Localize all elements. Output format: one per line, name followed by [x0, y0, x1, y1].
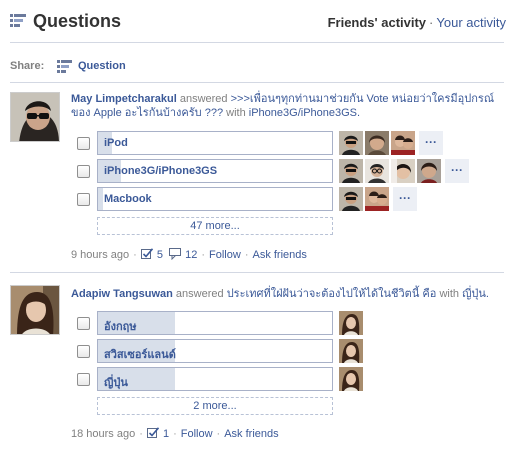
separator: · [139, 428, 143, 440]
voter-avatar[interactable] [339, 339, 363, 363]
divider [10, 272, 504, 273]
questions-icon [10, 14, 26, 28]
voter-faces: ··· [339, 131, 443, 155]
more-voters-button[interactable]: ··· [419, 131, 443, 155]
share-label: Share: [10, 60, 45, 72]
header: Questions Friends' activity · Your activit… [10, 10, 506, 40]
separator: · [201, 249, 206, 261]
separator: · [173, 428, 177, 440]
comment-count[interactable]: 12 [185, 249, 197, 261]
option-checkbox[interactable] [77, 317, 90, 330]
activity-nav: Friends' activity · Your activity [328, 15, 506, 30]
nav-separator: · [429, 15, 434, 30]
voter-faces: ··· [339, 159, 469, 183]
vote-count[interactable]: 1 [163, 428, 169, 440]
follow-link[interactable]: Follow [181, 428, 213, 440]
share-question-button[interactable]: Question [78, 60, 126, 72]
voter-avatar[interactable] [417, 159, 441, 183]
more-voters-button[interactable]: ··· [445, 159, 469, 183]
option-checkbox[interactable] [77, 137, 90, 150]
with-text: with [439, 288, 459, 300]
voter-avatar[interactable] [365, 187, 389, 211]
option-fill [98, 188, 103, 210]
vote-count[interactable]: 5 [157, 249, 163, 261]
tab-your-activity[interactable]: Your activity [436, 15, 506, 30]
option-label: iPod [104, 137, 128, 149]
timestamp: 9 hours ago [71, 249, 130, 261]
option-checkbox[interactable] [77, 165, 90, 178]
answer-link[interactable]: ญี่ปุ่น. [462, 288, 489, 300]
option-label: ญี่ปุ่น [104, 377, 128, 389]
question-link[interactable]: ประเทศที่ใฝ่ฝันว่าจะต้องไปให้ได้ในชีวิตน… [227, 288, 437, 300]
page-title: Questions [33, 11, 122, 31]
option-bar[interactable]: อังกฤษ [97, 311, 333, 335]
divider [10, 82, 504, 83]
separator: · [133, 249, 137, 261]
story-text: Adapiw Tangsuwan answered ประเทศที่ใฝ่ฝั… [71, 287, 503, 301]
question-story: Adapiw Tangsuwan answered ประเทศที่ใฝ่ฝั… [10, 285, 506, 445]
action-verb: answered [179, 93, 228, 105]
option-bar[interactable]: iPhone3G/iPhone3GS [97, 159, 333, 183]
with-text: with [226, 107, 246, 119]
tab-friends-activity[interactable]: Friends' activity [328, 15, 426, 30]
voter-avatar[interactable] [339, 159, 363, 183]
answer-link[interactable]: iPhone3G/iPhone3GS. [249, 107, 360, 119]
user-name-link[interactable]: May Limpetcharakul [71, 93, 177, 105]
option-checkbox[interactable] [77, 193, 90, 206]
voter-avatar[interactable] [391, 159, 415, 183]
avatar[interactable] [10, 92, 60, 142]
comment-icon [169, 248, 182, 261]
more-options-link[interactable]: 47 more... [97, 217, 333, 235]
avatar[interactable] [10, 285, 60, 335]
option-bar[interactable]: iPod [97, 131, 333, 155]
voter-avatar[interactable] [365, 131, 389, 155]
voter-avatar[interactable] [365, 159, 389, 183]
voter-avatar[interactable] [339, 131, 363, 155]
story-text: May Limpetcharakul answered >>>เพื่อนๆทุ… [71, 92, 503, 120]
follow-link[interactable]: Follow [209, 249, 241, 261]
ask-friends-link[interactable]: Ask friends [224, 428, 278, 440]
more-options-link[interactable]: 2 more... [97, 397, 333, 415]
story-footer: 18 hours ago · 1 · Follow · Ask friends [71, 427, 279, 441]
voter-avatar[interactable] [339, 311, 363, 335]
voter-faces [339, 367, 365, 391]
voter-faces [339, 311, 365, 335]
story-footer: 9 hours ago · 5 12 · Follow · Ask friends [71, 248, 307, 262]
questions-icon [57, 60, 73, 73]
timestamp: 18 hours ago [71, 428, 136, 440]
ask-friends-link[interactable]: Ask friends [252, 249, 306, 261]
user-name-link[interactable]: Adapiw Tangsuwan [71, 288, 173, 300]
vote-check-icon [146, 427, 160, 440]
voter-faces: ··· [339, 187, 417, 211]
option-label: อังกฤษ [104, 321, 137, 333]
separator: · [216, 428, 221, 440]
voter-faces [339, 339, 365, 363]
question-story: May Limpetcharakul answered >>>เพื่อนๆทุ… [10, 92, 506, 272]
voter-avatar[interactable] [339, 187, 363, 211]
option-bar[interactable]: ญี่ปุ่น [97, 367, 333, 391]
option-bar[interactable]: Macbook [97, 187, 333, 211]
more-voters-button[interactable]: ··· [393, 187, 417, 211]
divider [10, 42, 504, 43]
voter-avatar[interactable] [391, 131, 415, 155]
option-checkbox[interactable] [77, 345, 90, 358]
vote-check-icon [140, 248, 154, 261]
option-label: Macbook [104, 193, 152, 205]
separator: · [244, 249, 249, 261]
option-label: iPhone3G/iPhone3GS [104, 165, 218, 177]
voter-avatar[interactable] [339, 367, 363, 391]
option-label: สวิสเซอร์แลนด์ [104, 349, 176, 361]
action-verb: answered [175, 288, 224, 300]
option-checkbox[interactable] [77, 373, 90, 386]
option-bar[interactable]: สวิสเซอร์แลนด์ [97, 339, 333, 363]
